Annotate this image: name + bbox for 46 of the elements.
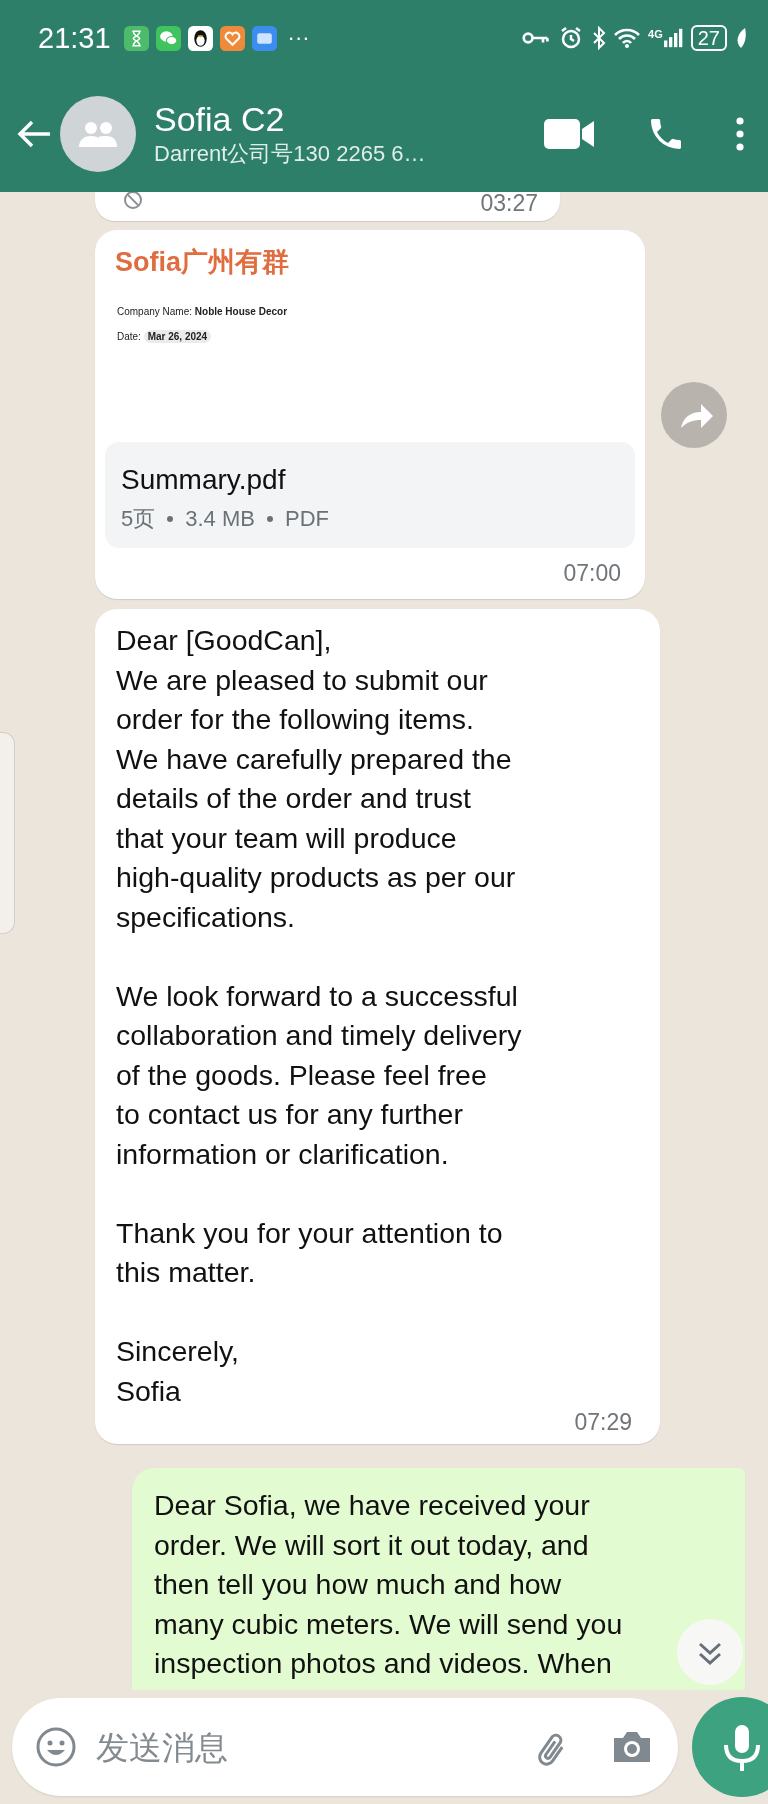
file-info-panel[interactable]: Summary.pdf 5页 3.4 MB PDF [105,442,635,548]
hourglass-app-icon [123,25,149,51]
message-text: Dear [GoodCan], We are pleased to submit our order for the following items. We have carefully prepared the details of the order and trust that your team will produce high-quality products as per our specifications. [116,623,517,935]
chat-subtitle: Darrent公司号130 2265 6… [154,140,427,168]
separator-dot [266,516,273,522]
wifi-icon [613,26,642,50]
message-text: Sincerely, Sofia [116,1334,241,1409]
status-time: 21:31 [38,21,111,55]
message-time: 07:00 [563,560,621,587]
chat-app-icon [155,25,181,51]
file-size: 3.4 MB [185,506,255,532]
message-text: Thank you for your attention to this matter. [116,1215,504,1290]
menu-icon[interactable] [736,117,744,151]
separator-dot [167,516,174,522]
preview-text: Date: [117,331,141,342]
message-text: Dear Sofia, we have received your order. We will sort it out today, and then tell you how much and how many cubic meters. We will send you inspection photos and videos. When [154,1488,623,1681]
file-name: Summary.pdf [121,464,287,496]
video-call-icon[interactable] [544,117,596,151]
document-message-bubble[interactable]: Sofia广州有群 Company Name: Noble House Decor Date: Mar 26, 2024 Summary.pdf 5页 3.4 MB PDF 07:00 [95,230,645,599]
message-field[interactable]: 发送消息 [12,1698,678,1796]
edge-handle[interactable] [0,732,15,934]
chat-title[interactable]: Sofia C2 [154,99,544,139]
more-notifications: ··· [287,25,310,51]
message-input[interactable]: 发送消息 [94,1726,514,1768]
back-arrow-icon[interactable] [16,119,52,149]
preview-text: Company Name: [117,306,193,317]
battery-indicator: 27 [690,25,727,51]
network-label: 4G [648,28,663,40]
bluetooth-icon [592,26,607,50]
sender-name: Sofia广州有群 [114,246,290,279]
message-time: 07:29 [574,1409,632,1436]
message-app-icon [251,25,277,51]
microphone-button[interactable] [692,1697,768,1797]
document-preview[interactable]: Company Name: Noble House Decor Date: Mar 26, 2024 [105,284,635,442]
message-text: We look forward to a successful collaboration and timely delivery of the goods. Please feel free to contact us for any further information or clarification. [116,978,523,1172]
page-count: 5页 [121,505,156,533]
heart-app-icon [219,25,245,51]
group-avatar-icon[interactable] [60,96,136,172]
file-type: PDF [284,506,329,532]
signal-icon [663,28,684,48]
preview-text: Noble House Decor [194,306,288,317]
scroll-down-icon[interactable] [676,1618,744,1686]
emoji-icon[interactable] [36,1727,76,1767]
message-time: 03:27 [480,192,538,217]
penguin-app-icon [187,25,213,51]
date-chip: Mar 26, 2024 [143,330,212,343]
